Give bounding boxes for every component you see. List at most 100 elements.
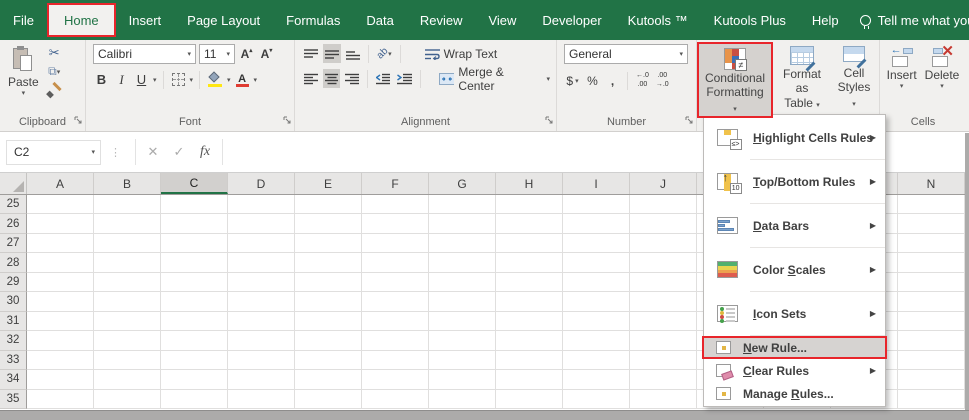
column-header-G[interactable]: G: [429, 173, 496, 194]
cell-D32[interactable]: [228, 331, 295, 350]
cell-A28[interactable]: [27, 253, 94, 272]
enter-button[interactable]: ✓: [166, 144, 192, 160]
column-header-F[interactable]: F: [362, 173, 429, 194]
cell-N34[interactable]: [898, 370, 965, 389]
format-painter-button[interactable]: [45, 81, 64, 100]
insert-function-button[interactable]: fx: [192, 144, 218, 160]
cell-I25[interactable]: [563, 195, 630, 214]
column-header-B[interactable]: B: [94, 173, 161, 194]
cell-D27[interactable]: [228, 234, 295, 253]
row-header-27[interactable]: 27: [0, 234, 27, 253]
copy-button[interactable]: ⧉▾: [45, 62, 64, 81]
cell-J31[interactable]: [630, 312, 697, 331]
cell-H25[interactable]: [496, 195, 563, 214]
cell-D34[interactable]: [228, 370, 295, 389]
cell-J27[interactable]: [630, 234, 697, 253]
paste-button[interactable]: Paste ▾: [4, 43, 43, 100]
tab-view[interactable]: View: [475, 0, 529, 40]
menu-item-top-bottom-rules[interactable]: ↑10 Top/Bottom Rules ▶: [704, 160, 885, 203]
cancel-button[interactable]: ✕: [140, 144, 166, 160]
cell-E30[interactable]: [295, 292, 362, 311]
cell-N30[interactable]: [898, 292, 965, 311]
cell-I34[interactable]: [563, 370, 630, 389]
cell-E27[interactable]: [295, 234, 362, 253]
row-header-32[interactable]: 32: [0, 331, 27, 350]
cell-D31[interactable]: [228, 312, 295, 331]
row-header-26[interactable]: 26: [0, 214, 27, 233]
tab-page-layout[interactable]: Page Layout: [174, 0, 273, 40]
cell-F29[interactable]: [362, 273, 429, 292]
formula-bar-grip[interactable]: ⋮: [110, 146, 122, 159]
row-header-29[interactable]: 29: [0, 273, 27, 292]
cell-G34[interactable]: [429, 370, 496, 389]
cell-G31[interactable]: [429, 312, 496, 331]
cell-G27[interactable]: [429, 234, 496, 253]
insert-cells-button[interactable]: ← Insert ▾: [883, 43, 921, 92]
cell-H27[interactable]: [496, 234, 563, 253]
cell-E26[interactable]: [295, 214, 362, 233]
font-color-button[interactable]: A: [234, 70, 251, 89]
cell-H34[interactable]: [496, 370, 563, 389]
row-header-25[interactable]: 25: [0, 195, 27, 214]
decrease-indent-button[interactable]: [374, 69, 393, 88]
fill-color-button[interactable]: [206, 70, 224, 89]
cell-A31[interactable]: [27, 312, 94, 331]
tab-help[interactable]: Help: [799, 0, 852, 40]
wrap-text-button[interactable]: Wrap Text: [423, 44, 500, 63]
column-header-C[interactable]: C: [161, 173, 228, 194]
cell-B26[interactable]: [94, 214, 161, 233]
number-format-combobox[interactable]: General ▾: [564, 44, 688, 64]
cell-F31[interactable]: [362, 312, 429, 331]
borders-button[interactable]: [170, 70, 187, 89]
cell-E29[interactable]: [295, 273, 362, 292]
cell-G29[interactable]: [429, 273, 496, 292]
cell-E35[interactable]: [295, 390, 362, 409]
cell-I26[interactable]: [563, 214, 630, 233]
cell-G32[interactable]: [429, 331, 496, 350]
number-dialog-launcher-icon[interactable]: [685, 113, 693, 127]
cell-D30[interactable]: [228, 292, 295, 311]
cell-E31[interactable]: [295, 312, 362, 331]
cell-B32[interactable]: [94, 331, 161, 350]
cell-J30[interactable]: [630, 292, 697, 311]
font-name-combobox[interactable]: Calibri ▾: [93, 44, 196, 64]
cell-A27[interactable]: [27, 234, 94, 253]
cell-I31[interactable]: [563, 312, 630, 331]
cell-F30[interactable]: [362, 292, 429, 311]
cell-N31[interactable]: [898, 312, 965, 331]
menu-item-data-bars[interactable]: Data Bars ▶: [704, 204, 885, 247]
cell-A29[interactable]: [27, 273, 94, 292]
menu-item-highlight-cells-rules[interactable]: ≤> Highlight Cells Rules ▶: [704, 116, 885, 159]
row-header-30[interactable]: 30: [0, 292, 27, 311]
center-align-button[interactable]: [323, 69, 341, 88]
row-header-35[interactable]: 35: [0, 390, 27, 409]
cell-F34[interactable]: [362, 370, 429, 389]
cell-styles-button[interactable]: Cell Styles ▾: [831, 42, 877, 118]
comma-format-button[interactable]: ,: [604, 71, 621, 90]
menu-item-clear-rules[interactable]: Clear Rules ▶: [704, 359, 885, 382]
cell-J29[interactable]: [630, 273, 697, 292]
cell-A30[interactable]: [27, 292, 94, 311]
cut-button[interactable]: ✂: [45, 43, 64, 62]
cell-H33[interactable]: [496, 351, 563, 370]
cell-I28[interactable]: [563, 253, 630, 272]
column-header-H[interactable]: H: [496, 173, 563, 194]
cell-B27[interactable]: [94, 234, 161, 253]
cell-J33[interactable]: [630, 351, 697, 370]
cell-C34[interactable]: [161, 370, 228, 389]
cell-D33[interactable]: [228, 351, 295, 370]
decrease-font-size-button[interactable]: A▾: [258, 45, 275, 64]
cell-E34[interactable]: [295, 370, 362, 389]
column-header-D[interactable]: D: [228, 173, 295, 194]
cell-G28[interactable]: [429, 253, 496, 272]
cell-B25[interactable]: [94, 195, 161, 214]
cell-B33[interactable]: [94, 351, 161, 370]
tell-me-box[interactable]: Tell me what you w: [852, 0, 969, 40]
cell-B35[interactable]: [94, 390, 161, 409]
cell-E28[interactable]: [295, 253, 362, 272]
chevron-down-icon[interactable]: ▾: [153, 77, 157, 84]
cell-B28[interactable]: [94, 253, 161, 272]
chevron-down-icon[interactable]: ▾: [227, 77, 231, 84]
column-header-A[interactable]: A: [27, 173, 94, 194]
cell-F26[interactable]: [362, 214, 429, 233]
